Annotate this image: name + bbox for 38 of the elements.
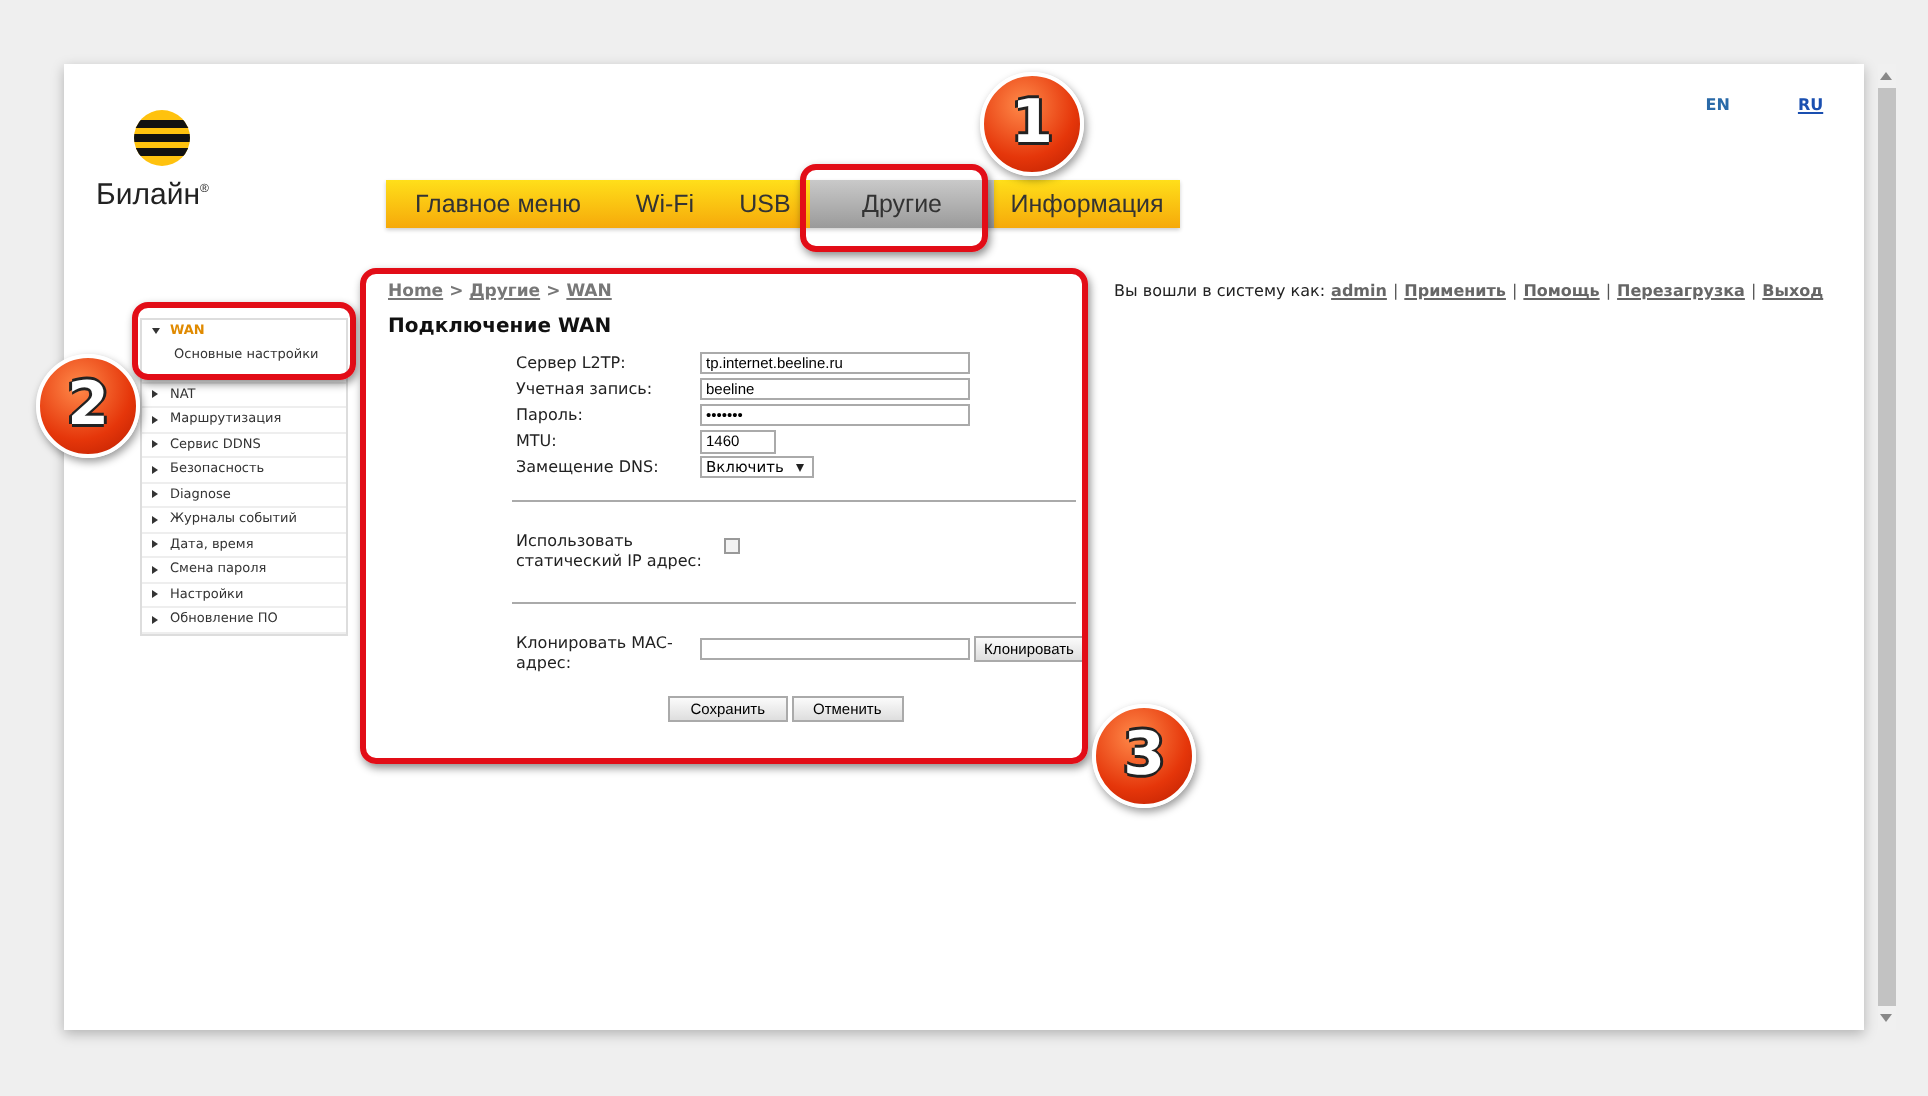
field-label: MTU: (516, 432, 559, 450)
field-label: Учетная запись: (516, 380, 655, 398)
breadcrumb-link[interactable]: Home (388, 282, 444, 302)
link-separator: | (1750, 282, 1757, 300)
header-link[interactable]: Выход (1762, 282, 1824, 300)
nav-tab[interactable]: Другие (810, 180, 994, 228)
checkbox[interactable] (724, 538, 740, 554)
link-separator: | (1392, 282, 1399, 300)
header-link[interactable]: Перезагрузка (1617, 282, 1745, 300)
logo-icon (132, 108, 192, 168)
section-title: Подключение WAN (388, 316, 614, 338)
nav-tab[interactable]: USB (720, 180, 810, 228)
header-link[interactable]: Помощь (1523, 282, 1600, 300)
link-separator: | (1605, 282, 1612, 300)
field-label: Использовать статический IP адрес: (516, 532, 704, 572)
language-link[interactable]: RU (1797, 96, 1824, 120)
field-label: Пароль: (516, 406, 585, 424)
nav-tab[interactable]: Главное меню (386, 180, 610, 228)
input-field[interactable] (700, 637, 970, 659)
breadcrumb-separator: > (546, 282, 561, 302)
step-badge: 3 (1092, 704, 1196, 808)
step-badge: 2 (36, 354, 140, 458)
field-label: Сервер L2TP: (516, 354, 628, 372)
step-badge: 1 (980, 72, 1084, 176)
registered-mark: ® (199, 184, 209, 196)
brand-name: Билайн (96, 178, 200, 212)
login-status: Вы вошли в систему как: (1114, 282, 1326, 300)
nav-tab[interactable]: Информация (994, 180, 1180, 228)
language-link[interactable]: EN (1705, 96, 1730, 120)
breadcrumb-separator: > (449, 282, 464, 302)
nav-tab[interactable]: Wi-Fi (610, 180, 720, 228)
header-link[interactable]: Применить (1404, 282, 1506, 300)
breadcrumb-link[interactable]: Другие (469, 282, 541, 302)
header-link[interactable]: admin (1331, 282, 1387, 300)
field-label: Клонировать MAC-адрес: (516, 634, 675, 674)
breadcrumb-link[interactable]: WAN (566, 282, 612, 302)
link-separator: | (1511, 282, 1518, 300)
field-label: Замещение DNS: (516, 458, 661, 476)
